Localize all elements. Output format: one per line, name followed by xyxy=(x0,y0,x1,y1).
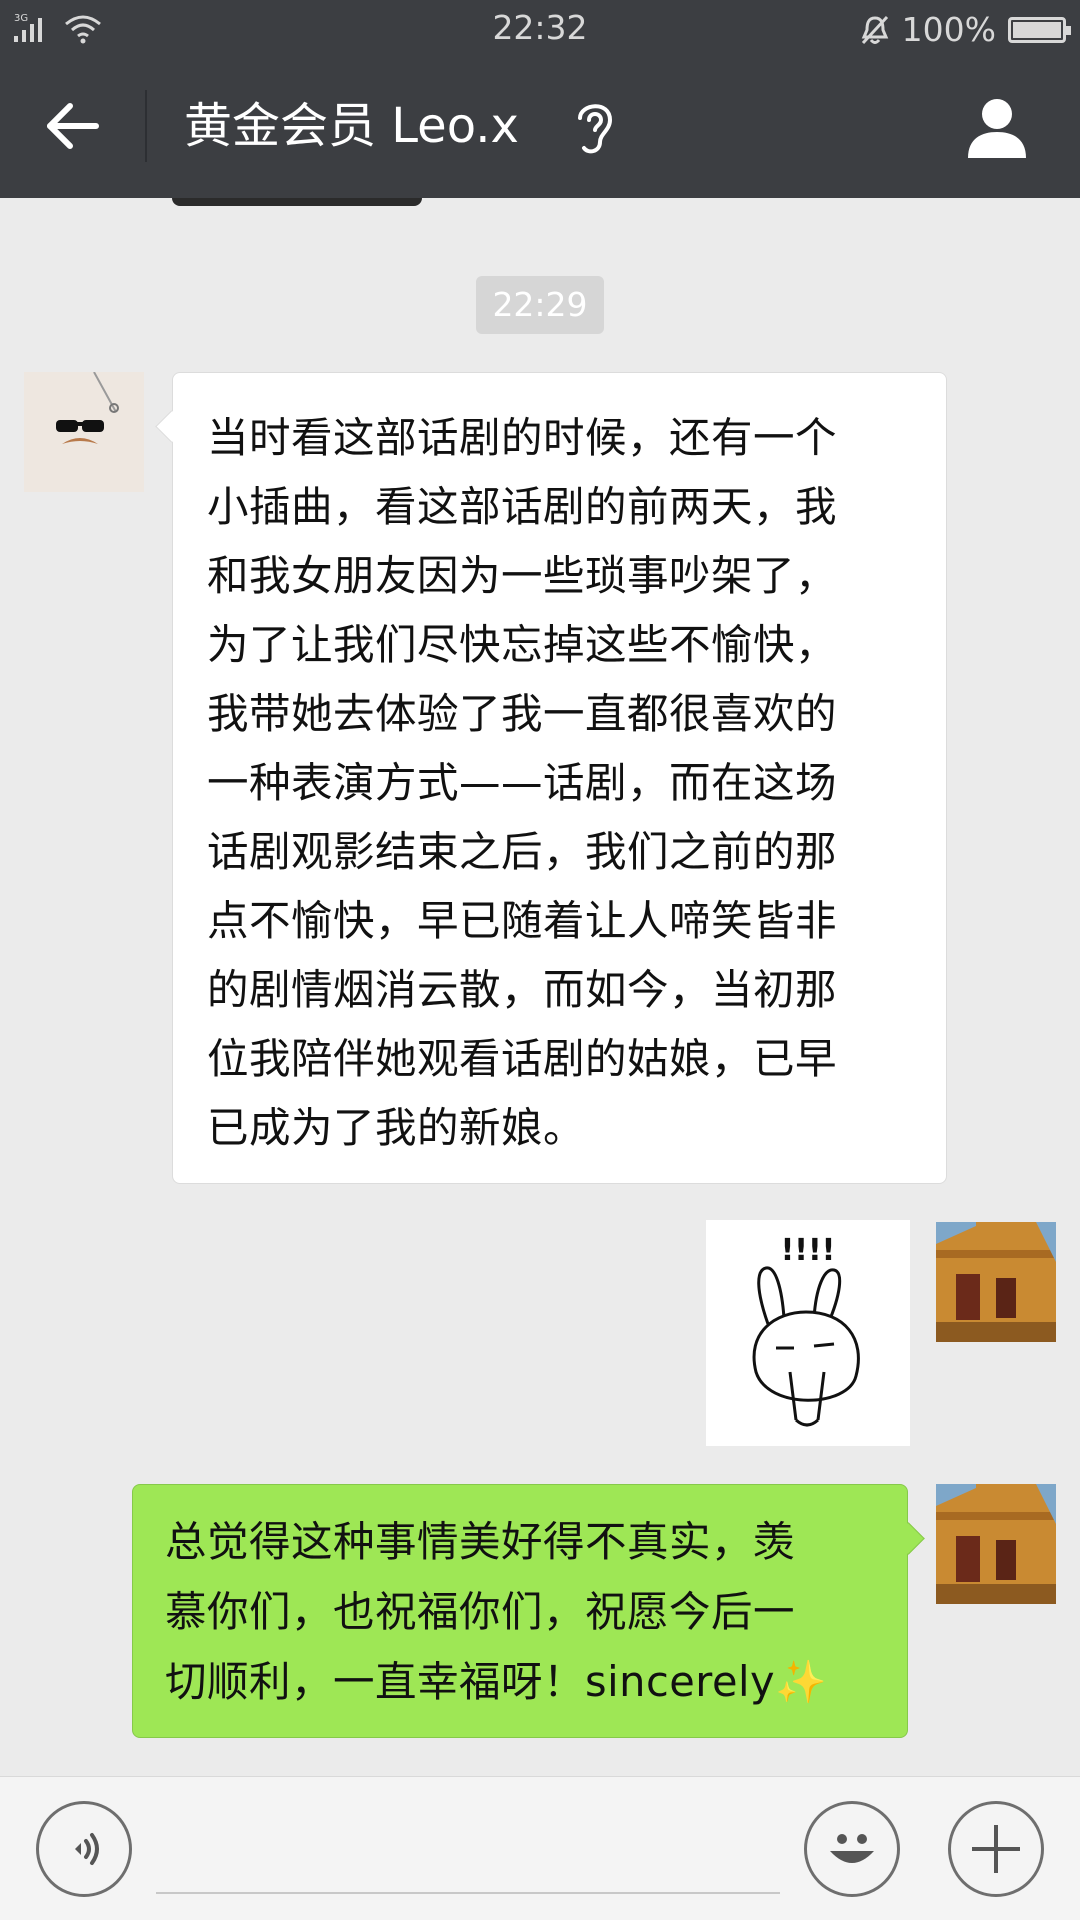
my-avatar[interactable] xyxy=(936,1484,1056,1604)
message-line: 切顺利，一直幸福呀！sincerely✨ xyxy=(165,1647,889,1717)
message-input[interactable] xyxy=(156,1892,780,1894)
outgoing-message-text: 总觉得这种事情美好得不真实，羡 慕你们，也祝福你们，祝愿今后一 切顺利，一直幸福… xyxy=(165,1507,889,1717)
building-avatar-icon xyxy=(936,1222,1056,1342)
sticker-text: !!!! xyxy=(781,1233,836,1268)
message-list[interactable]: 22:29 当时看这部话剧的时候，还有一个 小插曲，看这部话剧的前两天，我 和我… xyxy=(0,198,1080,1776)
message-line-text: 切顺利，一直幸福呀！sincerely xyxy=(165,1657,776,1706)
message-line: 一种表演方式——话剧，而在这场 xyxy=(207,758,838,807)
message-line: 位我陪伴她观看话剧的姑娘，已早 xyxy=(207,1034,838,1083)
contact-avatar[interactable] xyxy=(24,372,144,492)
battery-level xyxy=(1013,21,1061,38)
message-line: 总觉得这种事情美好得不真实，羡 xyxy=(165,1517,796,1566)
outgoing-message-bubble[interactable]: 总觉得这种事情美好得不真实，羡 慕你们，也祝福你们，祝愿今后一 切顺利，一直幸福… xyxy=(132,1484,908,1738)
building-avatar-icon xyxy=(936,1484,1056,1604)
plus-icon xyxy=(972,1825,1020,1873)
input-bar xyxy=(0,1776,1080,1920)
message-line: 的剧情烟消云散，而如今，当初那 xyxy=(207,965,838,1014)
status-bar: 3G 22:32 100% xyxy=(0,0,1080,56)
incoming-message-bubble[interactable]: 当时看这部话剧的时候，还有一个 小插曲，看这部话剧的前两天，我 和我女朋友因为一… xyxy=(172,372,947,1184)
message-line: 小插曲，看这部话剧的前两天，我 xyxy=(207,482,838,531)
battery-percent: 100% xyxy=(901,10,996,49)
message-line: 慕你们，也祝福你们，祝愿今后一 xyxy=(165,1587,796,1636)
bell-muted-icon xyxy=(861,15,888,44)
voice-icon xyxy=(75,1833,99,1865)
message-line: 当时看这部话剧的时候，还有一个 xyxy=(207,413,838,462)
battery-icon xyxy=(1008,16,1071,43)
rabbit-sticker-icon: !!!! xyxy=(752,1233,860,1427)
status-right: 100% xyxy=(860,10,1071,49)
voice-button[interactable] xyxy=(36,1801,132,1897)
emoji-button[interactable] xyxy=(804,1801,900,1897)
message-line: 点不愉快，早已随着让人啼笑皆非 xyxy=(207,896,838,945)
sunglasses-mustache-avatar-icon xyxy=(24,372,144,492)
more-options-button[interactable] xyxy=(948,1801,1044,1897)
person-icon[interactable] xyxy=(964,94,1030,160)
rabbit-sticker[interactable]: !!!! xyxy=(706,1220,910,1446)
message-line: 话剧观影结束之后，我们之前的那 xyxy=(207,827,838,876)
ear-icon xyxy=(578,104,613,154)
message-line: 我带她去体验了我一直都很喜欢的 xyxy=(207,689,838,738)
message-timestamp: 22:29 xyxy=(476,276,604,334)
message-line: 已成为了我的新娘。 xyxy=(207,1103,586,1152)
message-line: 和我女朋友因为一些琐事吵架了， xyxy=(207,551,838,600)
smiley-icon xyxy=(830,1834,874,1863)
chat-header: 黄金会员 Leo.x xyxy=(0,56,1080,198)
previous-message-edge xyxy=(172,198,422,206)
chat-title: 黄金会员 Leo.x xyxy=(184,98,519,154)
sparkles-emoji: ✨ xyxy=(775,1657,828,1706)
arrow-left-icon[interactable] xyxy=(40,94,104,158)
message-line: 为了让我们尽快忘掉这些不愉快， xyxy=(207,620,838,669)
incoming-message-text: 当时看这部话剧的时候，还有一个 小插曲，看这部话剧的前两天，我 和我女朋友因为一… xyxy=(207,403,926,1162)
header-divider xyxy=(145,90,147,162)
my-avatar[interactable] xyxy=(936,1222,1056,1342)
